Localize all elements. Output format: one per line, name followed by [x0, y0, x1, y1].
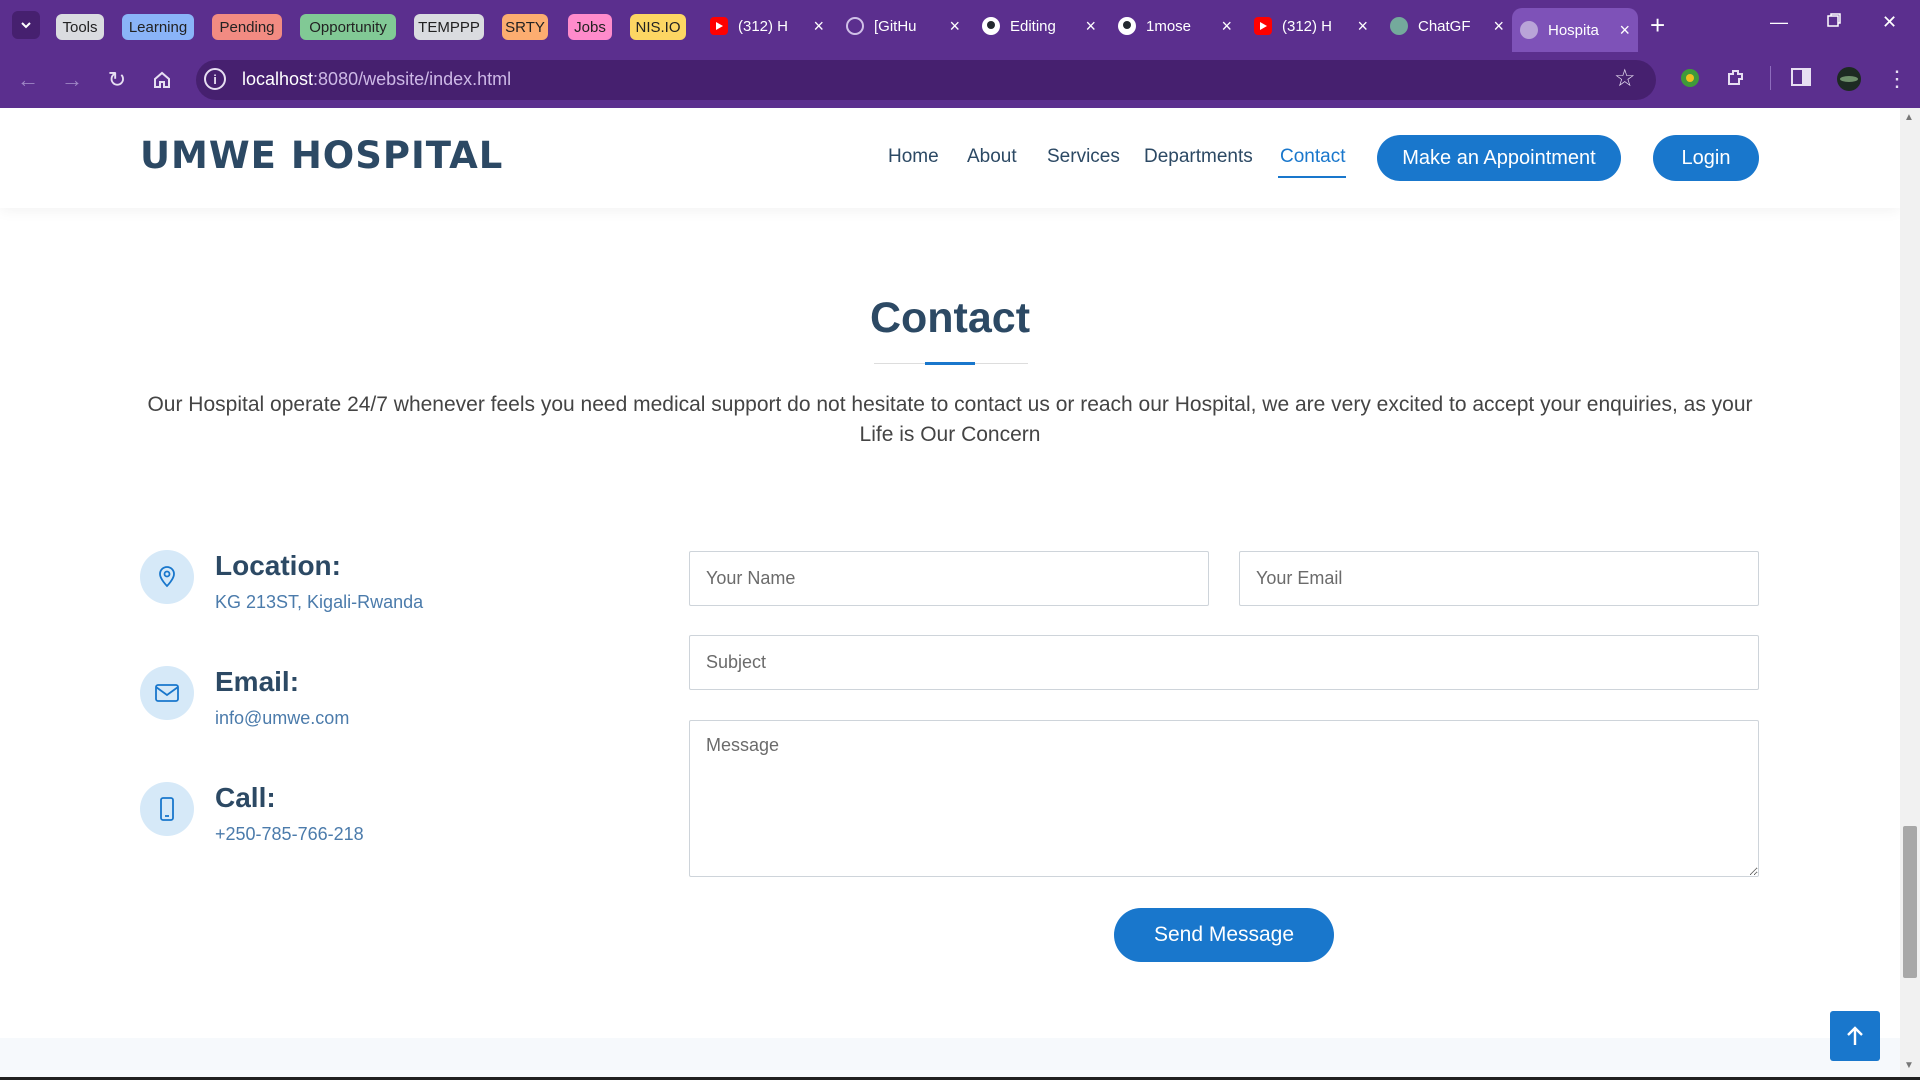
name-input[interactable] [689, 551, 1209, 606]
browser-tab[interactable]: (312) H × [1246, 10, 1376, 42]
site-info-icon[interactable]: i [204, 68, 226, 90]
close-tab-icon[interactable]: × [949, 17, 960, 35]
tab-title: 1mose [1146, 17, 1192, 35]
browser-tab[interactable]: ChatGF × [1382, 10, 1512, 42]
youtube-icon [1254, 17, 1272, 35]
tab-group-pending[interactable]: Pending [212, 14, 282, 40]
github-copilot-icon [846, 17, 864, 35]
tab-title: Editing [1010, 17, 1056, 35]
profile-avatar-icon[interactable] [1836, 66, 1862, 98]
envelope-icon [140, 666, 194, 720]
scrollbar-thumb[interactable] [1903, 826, 1917, 978]
tab-group-jobs[interactable]: Jobs [568, 14, 612, 40]
browser-tab[interactable]: Editing × [974, 10, 1104, 42]
map-pin-icon [140, 550, 194, 604]
url-host: localhost [242, 69, 314, 89]
close-tab-icon[interactable]: × [1357, 17, 1368, 35]
github-icon [982, 17, 1000, 35]
make-appointment-button[interactable]: Make an Appointment [1377, 135, 1621, 181]
nav-about[interactable]: About [967, 146, 1017, 168]
nav-departments[interactable]: Departments [1144, 146, 1253, 168]
location-label: Location: [215, 550, 341, 581]
minimize-icon[interactable]: — [1770, 12, 1788, 33]
call-value[interactable]: +250-785-766-218 [215, 824, 364, 845]
email-input[interactable] [1239, 551, 1759, 606]
tab-group-opportunity[interactable]: Opportunity [300, 14, 396, 40]
nav-services[interactable]: Services [1047, 146, 1120, 168]
scroll-up-arrow-icon[interactable]: ▲ [1904, 112, 1914, 123]
tab-group-srty[interactable]: SRTY [502, 14, 548, 40]
github-icon [1118, 17, 1136, 35]
send-message-button[interactable]: Send Message [1114, 908, 1334, 962]
url-text[interactable]: localhost:8080/website/index.html [242, 69, 511, 90]
contact-section-title: Contact [869, 294, 1031, 342]
tab-title: Hospita [1548, 21, 1599, 39]
location-value: KG 213ST, Kigali-Rwanda [215, 592, 424, 612]
browser-chrome: Tools Learning Pending Opportunity TEMPP… [0, 0, 1920, 108]
browser-tab[interactable]: (312) H × [702, 10, 832, 42]
reload-icon[interactable]: ↻ [103, 66, 131, 94]
tab-group-tools[interactable]: Tools [56, 14, 104, 40]
scroll-down-arrow-icon[interactable]: ▼ [1904, 1060, 1914, 1071]
login-button[interactable]: Login [1653, 135, 1759, 181]
email-value[interactable]: info@umwe.com [215, 708, 349, 729]
close-tab-icon[interactable]: × [1619, 21, 1630, 39]
tab-title: [GitHu [874, 17, 917, 35]
phone-icon [140, 782, 194, 836]
chatgpt-icon [1390, 17, 1408, 35]
globe-icon [1520, 21, 1538, 39]
arrow-up-icon [1847, 1026, 1863, 1045]
site-header: UMWE HOSPITAL Home About Services Depart… [0, 108, 1900, 208]
extensions-puzzle-icon[interactable] [1724, 66, 1748, 96]
call-label: Call: [215, 782, 276, 813]
home-icon[interactable] [148, 66, 176, 94]
tab-search-button[interactable] [12, 11, 40, 39]
url-path: :8080/website/index.html [313, 69, 512, 89]
tab-group-nisio[interactable]: NIS.IO [630, 14, 686, 40]
site-logo[interactable]: UMWE HOSPITAL [140, 134, 503, 177]
tab-title: ChatGF [1418, 17, 1471, 35]
tab-title: (312) H [1282, 17, 1333, 35]
nav-active-indicator [1278, 176, 1346, 178]
close-tab-icon[interactable]: × [1085, 17, 1096, 35]
chevron-down-icon [21, 22, 31, 29]
extension-icon[interactable] [1678, 66, 1702, 96]
back-icon[interactable]: ← [14, 66, 42, 94]
tab-group-temppp[interactable]: TEMPPP [414, 14, 484, 40]
nav-home[interactable]: Home [888, 146, 939, 168]
back-to-top-button[interactable] [1830, 1011, 1880, 1061]
bookmark-star-icon[interactable]: ☆ [1614, 64, 1636, 93]
email-label: Email: [215, 666, 300, 697]
subject-input[interactable] [689, 635, 1759, 690]
new-tab-button[interactable]: + [1650, 11, 1665, 39]
title-accent-bar [925, 362, 975, 365]
side-panel-icon[interactable] [1790, 66, 1812, 94]
toolbar-divider [1770, 66, 1771, 90]
tab-strip: Tools Learning Pending Opportunity TEMPP… [0, 0, 1920, 52]
close-tab-icon[interactable]: × [813, 17, 824, 35]
forward-icon[interactable]: → [58, 66, 86, 94]
footer-top-edge [0, 1038, 1900, 1078]
tab-group-learning[interactable]: Learning [122, 14, 194, 40]
page-viewport: UMWE HOSPITAL Home About Services Depart… [0, 108, 1900, 1078]
browser-tab[interactable]: [GitHu × [838, 10, 968, 42]
message-textarea[interactable] [689, 720, 1759, 877]
close-tab-icon[interactable]: × [1493, 17, 1504, 35]
browser-tab[interactable]: 1mose × [1110, 10, 1240, 42]
close-window-icon[interactable]: ✕ [1882, 12, 1897, 33]
browser-tab-active[interactable]: Hospita × [1512, 8, 1638, 52]
restore-window-icon[interactable] [1826, 12, 1842, 33]
close-tab-icon[interactable]: × [1221, 17, 1232, 35]
contact-intro-text: Our Hospital operate 24/7 whenever feels… [147, 393, 1753, 446]
youtube-icon [710, 17, 728, 35]
browser-menu-icon[interactable]: ⋮ [1886, 66, 1908, 92]
tab-title: (312) H [738, 17, 789, 35]
nav-contact[interactable]: Contact [1280, 146, 1345, 168]
